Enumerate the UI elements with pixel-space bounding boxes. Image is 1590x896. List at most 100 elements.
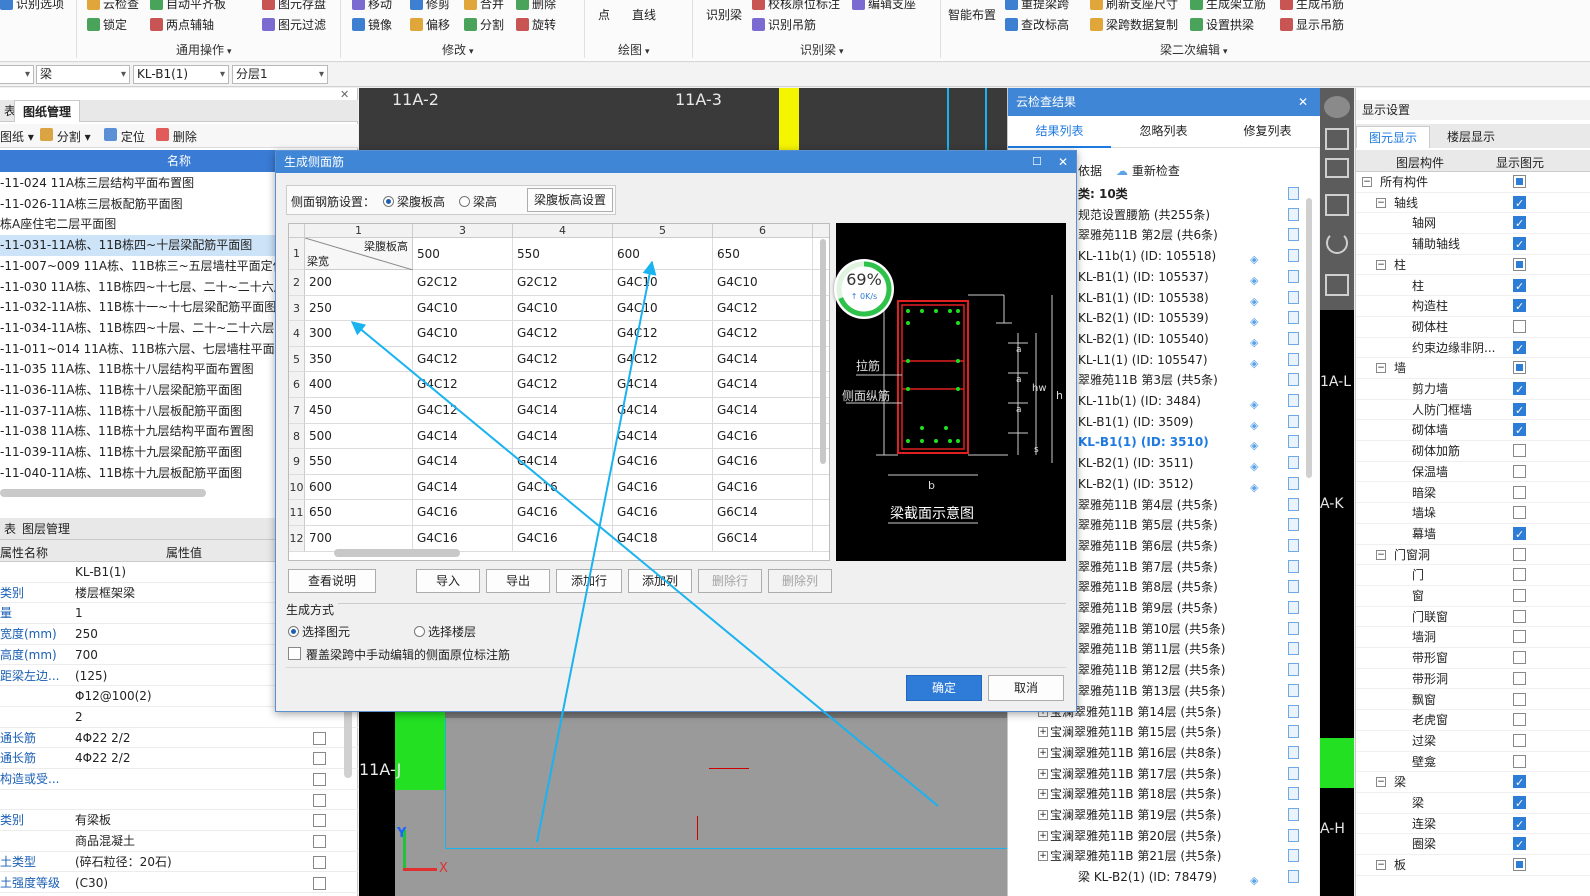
rebar-cell[interactable]: G4C14 bbox=[613, 372, 713, 398]
tree-item[interactable]: 砌体柱 bbox=[1356, 317, 1590, 338]
tree-item[interactable]: 圈梁 bbox=[1356, 834, 1590, 855]
rebar-cell[interactable]: G4C16 bbox=[713, 474, 813, 501]
document-icon[interactable] bbox=[1288, 621, 1299, 635]
document-icon[interactable] bbox=[1288, 414, 1299, 428]
rebar-cell[interactable]: G4C10 bbox=[613, 295, 713, 322]
tree-item[interactable]: 辅助轴线 bbox=[1356, 234, 1590, 255]
list-item[interactable]: -11-039-11A栋、11B栋十九层梁配筋平面图 bbox=[0, 442, 275, 463]
ribbon-button[interactable]: 图元过滤 bbox=[262, 16, 326, 33]
visibility-checkbox[interactable] bbox=[1513, 506, 1526, 520]
rebar-cell[interactable]: G4C14 bbox=[613, 398, 713, 424]
rebar-cell[interactable]: G4C10 bbox=[713, 270, 813, 296]
list-item[interactable]: + 宝澜翠雅苑11B 第18层 (共5条) bbox=[1008, 784, 1308, 805]
rebar-cell[interactable]: G4C12 bbox=[613, 346, 713, 373]
list-item[interactable]: -11-035 11A栋、11B栋十八层结构平面布置图 bbox=[0, 359, 275, 380]
rebar-cell[interactable]: G4C12 bbox=[613, 321, 713, 347]
visibility-checkbox[interactable] bbox=[1513, 277, 1526, 297]
rebar-cell[interactable]: G4C10 bbox=[613, 270, 713, 296]
ribbon-button[interactable]: 合并 bbox=[464, 0, 504, 12]
rebar-cell[interactable]: G4C16 bbox=[413, 526, 513, 552]
tree-item[interactable]: 带形洞 bbox=[1356, 669, 1590, 690]
property-checkbox[interactable] bbox=[313, 731, 326, 745]
rebar-cell[interactable]: G2C12 bbox=[413, 270, 513, 296]
ribbon-group-label[interactable]: 通用操作 ▾ bbox=[176, 41, 232, 58]
column-header[interactable]: 600 bbox=[613, 238, 713, 270]
rebar-cell[interactable]: G6C14 bbox=[713, 526, 813, 552]
rebar-cell[interactable]: G4C10 bbox=[413, 321, 513, 347]
maximize-icon[interactable]: ☐ bbox=[1032, 151, 1042, 173]
visibility-checkbox[interactable] bbox=[1513, 671, 1526, 685]
document-icon[interactable] bbox=[1288, 683, 1299, 697]
basis-button[interactable]: 依据 bbox=[1078, 162, 1102, 179]
visibility-checkbox[interactable] bbox=[1513, 235, 1526, 255]
tree-item[interactable]: − 轴线 bbox=[1356, 193, 1590, 214]
visibility-checkbox[interactable] bbox=[1513, 361, 1526, 375]
document-icon[interactable] bbox=[1288, 373, 1299, 387]
property-value[interactable]: 4Φ22 2/2 bbox=[75, 728, 130, 748]
property-value[interactable]: 700 bbox=[75, 645, 98, 665]
document-icon[interactable] bbox=[1288, 187, 1299, 200]
ribbon-button[interactable]: 刷新支座尺寸 bbox=[1090, 0, 1178, 12]
property-checkbox[interactable] bbox=[313, 835, 326, 849]
visibility-checkbox[interactable] bbox=[1513, 733, 1526, 747]
rebar-cell[interactable]: G4C18 bbox=[613, 526, 713, 552]
filter-combobox[interactable]: KL-B1(1) bbox=[133, 65, 229, 84]
beam-width-cell[interactable]: 400 bbox=[305, 372, 413, 398]
ribbon-button[interactable]: 图元存盘 bbox=[262, 0, 326, 12]
list-item[interactable]: + 宝澜翠雅苑11B 第15层 (共5条) bbox=[1008, 722, 1308, 743]
recheck-button[interactable]: ☁ 重新检查 bbox=[1116, 162, 1180, 179]
ribbon-large-button[interactable]: 直线 bbox=[632, 6, 656, 23]
tree-item[interactable]: − 梁 bbox=[1356, 772, 1590, 793]
tree-item[interactable]: 轴网 bbox=[1356, 213, 1590, 234]
beam-width-cell[interactable]: 450 bbox=[305, 398, 413, 424]
tree-item[interactable]: 飘窗 bbox=[1356, 690, 1590, 711]
document-icon[interactable] bbox=[1288, 269, 1299, 283]
list-item[interactable]: -11-040-11A栋、11B栋十九层板配筋平面图 bbox=[0, 463, 275, 484]
visibility-checkbox[interactable] bbox=[1513, 651, 1526, 665]
visibility-checkbox[interactable] bbox=[1513, 692, 1526, 706]
ok-button[interactable]: 确定 bbox=[906, 675, 982, 701]
visibility-checkbox[interactable] bbox=[1513, 835, 1526, 855]
expand-icon[interactable]: + bbox=[1038, 768, 1048, 779]
tab-element-display[interactable]: 图元显示 bbox=[1356, 126, 1430, 148]
rebar-cell[interactable]: G4C16 bbox=[613, 500, 713, 526]
visibility-checkbox[interactable] bbox=[1513, 380, 1526, 400]
side-rebar-table[interactable]: 1 3 4 5 6 1 梁腹板高 梁宽 500 550 600 650 2 200 G2C12 G2C12 G4… bbox=[288, 223, 830, 561]
rebar-cell[interactable] bbox=[813, 475, 829, 501]
document-icon[interactable] bbox=[1288, 663, 1299, 677]
visibility-checkbox[interactable] bbox=[1513, 297, 1526, 317]
document-icon[interactable] bbox=[1288, 849, 1299, 863]
orbit-icon[interactable] bbox=[1324, 96, 1350, 118]
list-item[interactable]: -11-034-11A栋、11B栋四~十层、二十~二十六层 bbox=[0, 318, 275, 339]
ribbon-button[interactable]: 移动 bbox=[352, 0, 392, 12]
ribbon-button[interactable]: 设置拱梁 bbox=[1190, 16, 1254, 33]
tree-item[interactable]: 幕墙 bbox=[1356, 524, 1590, 545]
rebar-cell[interactable]: G4C10 bbox=[413, 295, 513, 322]
property-value[interactable]: (碎石粒径：20石) bbox=[75, 852, 172, 872]
rebar-cell[interactable]: G4C14 bbox=[713, 346, 813, 373]
tab-ignore-list[interactable]: 忽略列表 bbox=[1112, 116, 1215, 148]
ribbon-group-label[interactable]: 梁二次编辑 ▾ bbox=[1160, 41, 1228, 58]
rebar-cell[interactable]: G4C10 bbox=[513, 295, 613, 322]
visibility-checkbox[interactable] bbox=[1513, 214, 1526, 234]
document-icon[interactable] bbox=[1288, 725, 1299, 739]
rebar-cell[interactable]: G4C16 bbox=[613, 449, 713, 475]
visibility-checkbox[interactable] bbox=[1513, 339, 1526, 359]
rebar-cell[interactable]: G4C12 bbox=[513, 372, 613, 398]
visibility-checkbox[interactable] bbox=[1513, 444, 1526, 458]
document-icon[interactable] bbox=[1288, 249, 1299, 263]
visibility-checkbox[interactable] bbox=[1513, 609, 1526, 623]
ribbon-button[interactable]: 识别吊筋 bbox=[752, 16, 816, 33]
document-icon[interactable] bbox=[1288, 394, 1299, 407]
beam-width-cell[interactable]: 600 bbox=[305, 474, 413, 501]
box-view-icon[interactable] bbox=[1325, 194, 1349, 216]
delete-button[interactable]: 删除 bbox=[156, 128, 197, 145]
property-value[interactable]: Φ12@100(2) bbox=[75, 686, 152, 706]
property-checkbox[interactable] bbox=[313, 752, 326, 766]
tree-item[interactable]: 墙洞 bbox=[1356, 627, 1590, 649]
rebar-cell[interactable] bbox=[813, 526, 829, 552]
ribbon-button[interactable]: 显示吊筋 bbox=[1280, 16, 1344, 33]
beam-height-radio[interactable]: 梁高 bbox=[459, 193, 497, 210]
tree-item[interactable]: 约束边缘非阴... bbox=[1356, 338, 1590, 359]
tree-item[interactable]: 柱 bbox=[1356, 276, 1590, 297]
